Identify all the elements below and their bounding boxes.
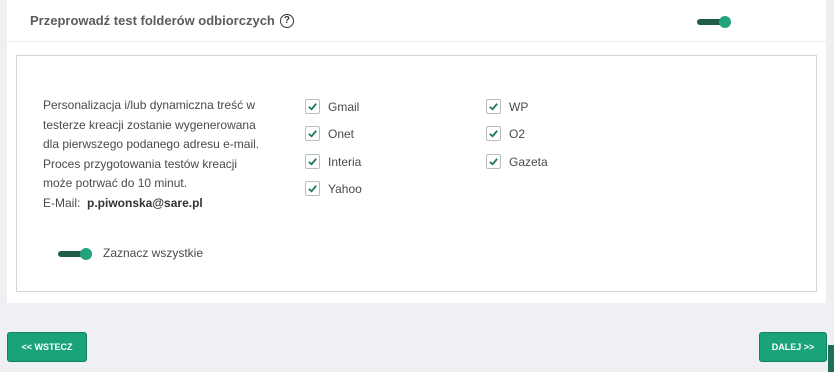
description-line: dla pierwszego podanego adresu e-mail. — [43, 137, 260, 152]
checkbox-label: Yahoo — [328, 181, 362, 196]
checkbox-box[interactable] — [305, 181, 320, 196]
checkbox-label: O2 — [509, 126, 526, 141]
select-all-toggle[interactable] — [58, 248, 92, 260]
toggle-knob — [719, 16, 731, 28]
checkbox-interia[interactable]: Interia — [305, 154, 361, 169]
check-icon — [489, 103, 498, 111]
checkbox-yahoo[interactable]: Yahoo — [305, 181, 362, 196]
inbox-test-toggle[interactable] — [697, 16, 731, 28]
checkbox-label: Gmail — [328, 99, 360, 114]
checkbox-box[interactable] — [305, 126, 320, 141]
help-icon[interactable]: ? — [279, 13, 294, 28]
checkbox-label: Gazeta — [509, 154, 548, 169]
check-icon — [308, 185, 317, 193]
checkbox-gmail[interactable]: Gmail — [305, 99, 359, 114]
description-line: może potrwać do 10 minut. — [43, 176, 188, 191]
checkbox-label: Interia — [328, 154, 362, 169]
checkbox-wp[interactable]: WP — [486, 99, 528, 114]
test-description: Personalizacja i/lub dynamiczna treść w … — [43, 96, 278, 214]
next-button[interactable]: DALEJ >> — [759, 332, 827, 362]
toggle-knob — [80, 248, 92, 260]
check-icon — [489, 130, 498, 138]
email-row: E-Mail: p.piwonska@sare.pl — [43, 194, 278, 214]
checkbox-box[interactable] — [486, 126, 501, 141]
description-line: Proces przygotowania testów kreacji — [43, 156, 238, 171]
checkbox-box[interactable] — [486, 154, 501, 169]
checkbox-box[interactable] — [486, 99, 501, 114]
section-title: Przeprowadź test folderów odbiorczych ? — [30, 13, 294, 28]
checkbox-o2[interactable]: O2 — [486, 126, 525, 141]
checkbox-label: WP — [509, 99, 529, 114]
description-line: Personalizacja i/lub dynamiczna treść w — [43, 98, 256, 112]
checkbox-onet[interactable]: Onet — [305, 126, 354, 141]
email-label: E-Mail: — [43, 195, 81, 210]
description-line: testerze kreacji zostanie wygenerowana — [43, 117, 256, 132]
edge-scroll-indicator — [828, 345, 834, 372]
checkbox-box[interactable] — [305, 154, 320, 169]
check-icon — [308, 158, 317, 166]
checkbox-label: Onet — [328, 126, 355, 141]
check-icon — [489, 158, 498, 166]
check-icon — [308, 130, 317, 138]
select-all-label[interactable]: Zaznacz wszystkie — [103, 246, 203, 260]
card-header: Przeprowadź test folderów odbiorczych ? — [7, 0, 826, 42]
checkbox-gazeta[interactable]: Gazeta — [486, 154, 548, 169]
email-value: p.piwonska@sare.pl — [87, 195, 203, 210]
section-title-text: Przeprowadź test folderów odbiorczych — [30, 13, 275, 28]
check-icon — [308, 103, 317, 111]
checkbox-box[interactable] — [305, 99, 320, 114]
back-button[interactable]: << WSTECZ — [7, 332, 87, 362]
